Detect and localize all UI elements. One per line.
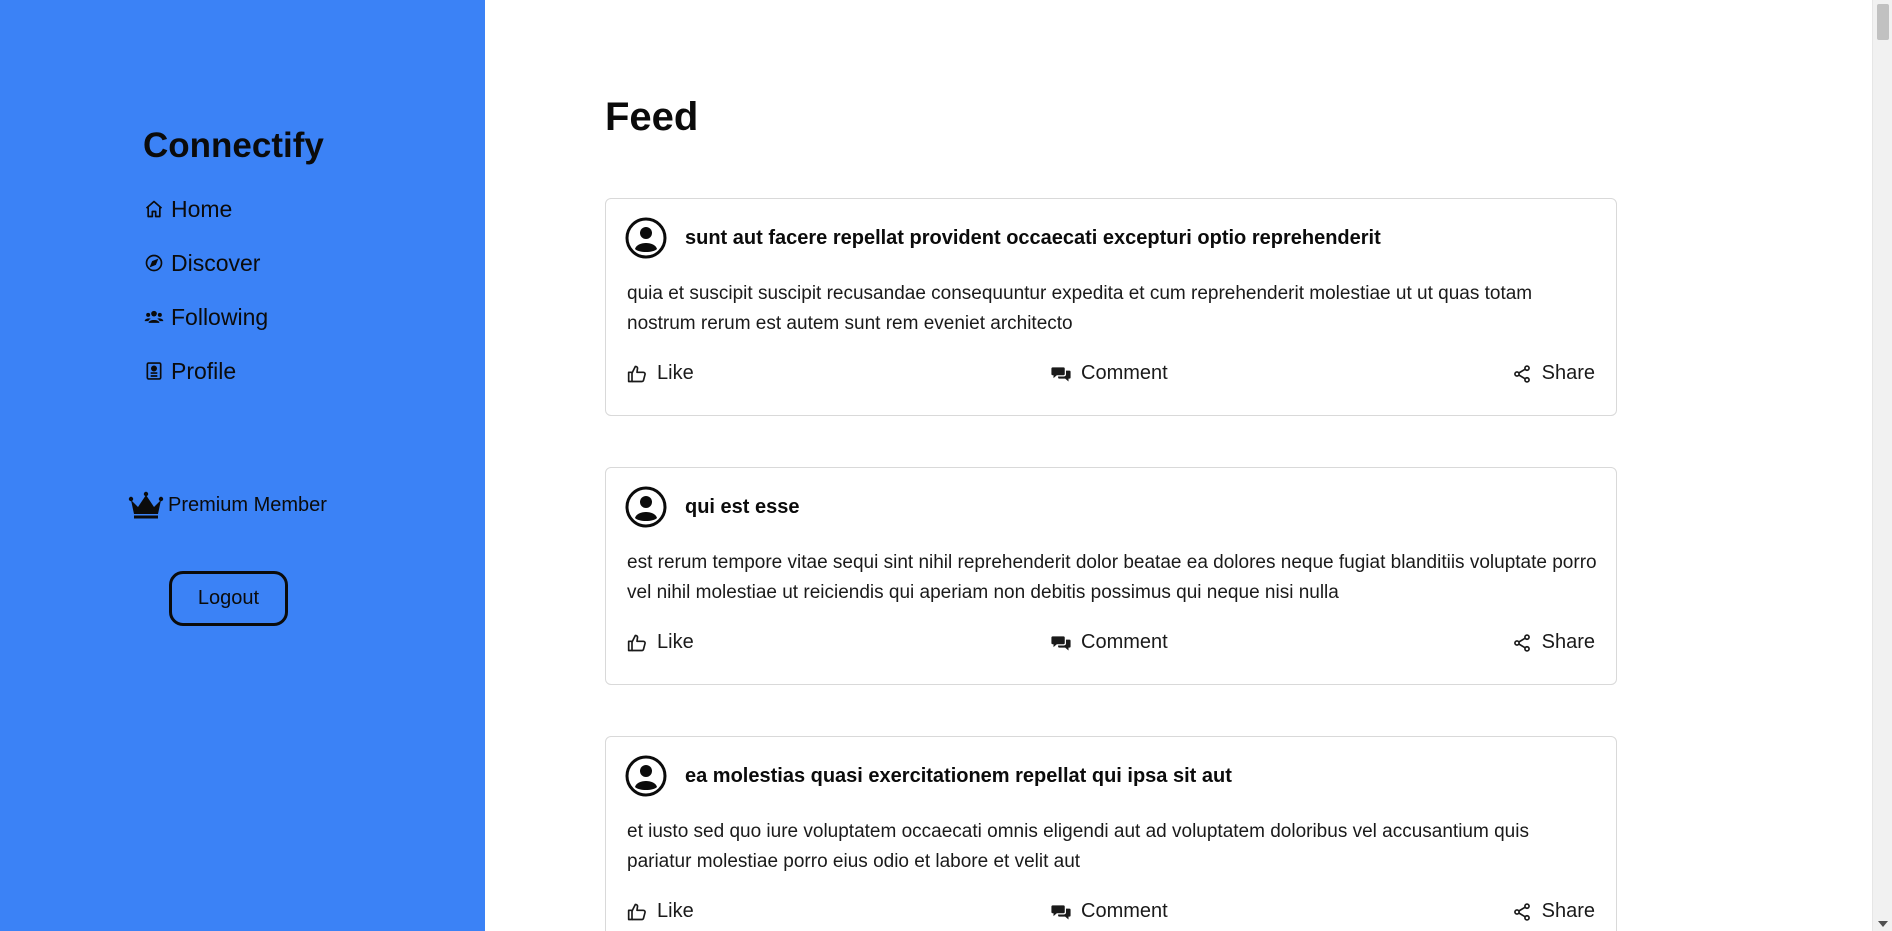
scrollbar-thumb[interactable] (1877, 4, 1889, 40)
share-button[interactable]: Share (1512, 631, 1595, 654)
nav-label-profile: Profile (171, 357, 237, 384)
user-avatar-icon[interactable] (625, 755, 667, 797)
like-label: Like (657, 631, 694, 653)
page-title: Feed (605, 95, 699, 139)
user-avatar-icon[interactable] (625, 217, 667, 259)
post-actions: Like Comment Share (627, 631, 1595, 661)
scroll-down-arrow-icon[interactable] (1878, 921, 1888, 927)
share-icon (1513, 902, 1530, 921)
main-content: Feed sunt aut facere repellat provident … (485, 0, 1872, 931)
thumbs-up-icon (627, 903, 646, 920)
users-icon (143, 306, 165, 328)
like-button[interactable]: Like (627, 900, 694, 923)
compass-icon (143, 252, 165, 274)
user-avatar-icon[interactable] (625, 486, 667, 528)
app-root: Connectify Home Discover Following Profi… (0, 0, 1892, 931)
post-title: sunt aut facere repellat provident occae… (685, 226, 1381, 249)
post-header: sunt aut facere repellat provident occae… (625, 217, 1381, 259)
profile-card-icon (143, 360, 165, 382)
comment-button[interactable]: Comment (1051, 362, 1168, 385)
share-label: Share (1541, 631, 1595, 653)
share-label: Share (1541, 362, 1595, 384)
sidebar-nav: Home Discover Following Profile (143, 194, 268, 410)
premium-badge: Premium Member (128, 490, 327, 520)
post-card: ea molestias quasi exercitationem repell… (605, 736, 1617, 931)
logout-button[interactable]: Logout (169, 571, 288, 626)
brand-title: Connectify (143, 126, 324, 165)
comment-label: Comment (1081, 900, 1168, 922)
comments-icon (1051, 904, 1071, 919)
home-icon (143, 198, 165, 220)
share-icon (1513, 633, 1530, 652)
post-body: et iusto sed quo iure voluptatem occaeca… (627, 821, 1529, 872)
post-title: ea molestias quasi exercitationem repell… (685, 764, 1232, 787)
comments-icon (1051, 366, 1071, 381)
nav-item-discover[interactable]: Discover (143, 248, 268, 278)
post-actions: Like Comment Share (627, 900, 1595, 930)
thumbs-up-icon (627, 365, 646, 382)
share-label: Share (1541, 900, 1595, 922)
comment-button[interactable]: Comment (1051, 900, 1168, 923)
like-button[interactable]: Like (627, 631, 694, 654)
like-label: Like (657, 362, 694, 384)
sidebar: Connectify Home Discover Following Profi… (0, 0, 485, 931)
post-card: qui est esse est rerum tempore vitae seq… (605, 467, 1617, 685)
comment-label: Comment (1081, 362, 1168, 384)
nav-label-home: Home (171, 195, 233, 222)
post-header: qui est esse (625, 486, 800, 528)
nav-item-following[interactable]: Following (143, 302, 268, 332)
share-icon (1513, 364, 1530, 383)
like-label: Like (657, 900, 694, 922)
post-body: quia et suscipit suscipit recusandae con… (627, 283, 1533, 334)
nav-item-home[interactable]: Home (143, 194, 268, 224)
post-title: qui est esse (685, 495, 800, 518)
share-button[interactable]: Share (1512, 900, 1595, 923)
comment-label: Comment (1081, 631, 1168, 653)
thumbs-up-icon (627, 634, 646, 651)
comments-icon (1051, 635, 1071, 650)
post-actions: Like Comment Share (627, 362, 1595, 392)
share-button[interactable]: Share (1512, 362, 1595, 385)
post-card: sunt aut facere repellat provident occae… (605, 198, 1617, 416)
like-button[interactable]: Like (627, 362, 694, 385)
crown-icon (128, 491, 164, 519)
premium-label: Premium Member (168, 493, 327, 516)
nav-item-profile[interactable]: Profile (143, 356, 268, 386)
post-header: ea molestias quasi exercitationem repell… (625, 755, 1232, 797)
comment-button[interactable]: Comment (1051, 631, 1168, 654)
vertical-scrollbar[interactable] (1872, 0, 1892, 931)
nav-label-following: Following (171, 303, 269, 330)
post-body: est rerum tempore vitae sequi sint nihil… (627, 552, 1597, 603)
nav-label-discover: Discover (171, 249, 261, 276)
